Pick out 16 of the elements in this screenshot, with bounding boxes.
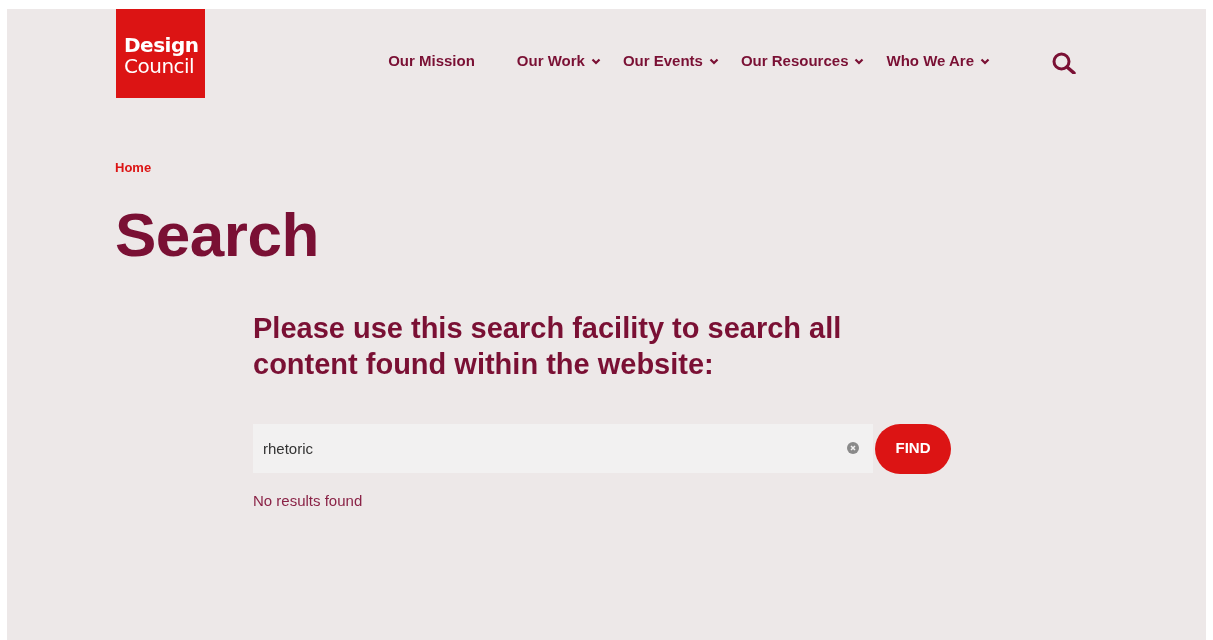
clear-icon[interactable] [847, 442, 859, 454]
nav-menu[interactable]: Our Resources [740, 50, 865, 73]
search-field[interactable]: rhetoric [253, 424, 873, 473]
nav-link[interactable]: Our Mission [388, 50, 475, 73]
logo-text: Design [124, 34, 199, 56]
page-title: Search [115, 203, 319, 266]
result-message: No results found [253, 490, 363, 511]
logo[interactable]: Design Council [116, 9, 205, 98]
find-button[interactable]: FIND [875, 423, 951, 474]
search-icon[interactable] [1052, 52, 1076, 74]
intro-text: Please use this search facility to search all content found within the website: [253, 310, 843, 382]
nav-menu[interactable]: Who We Are [886, 50, 990, 73]
logo-text: Council [124, 55, 195, 77]
nav-menu[interactable]: Our Events [622, 50, 719, 73]
nav-menu[interactable]: Our Work [516, 50, 601, 73]
breadcrumb-link[interactable]: Home [115, 158, 152, 178]
